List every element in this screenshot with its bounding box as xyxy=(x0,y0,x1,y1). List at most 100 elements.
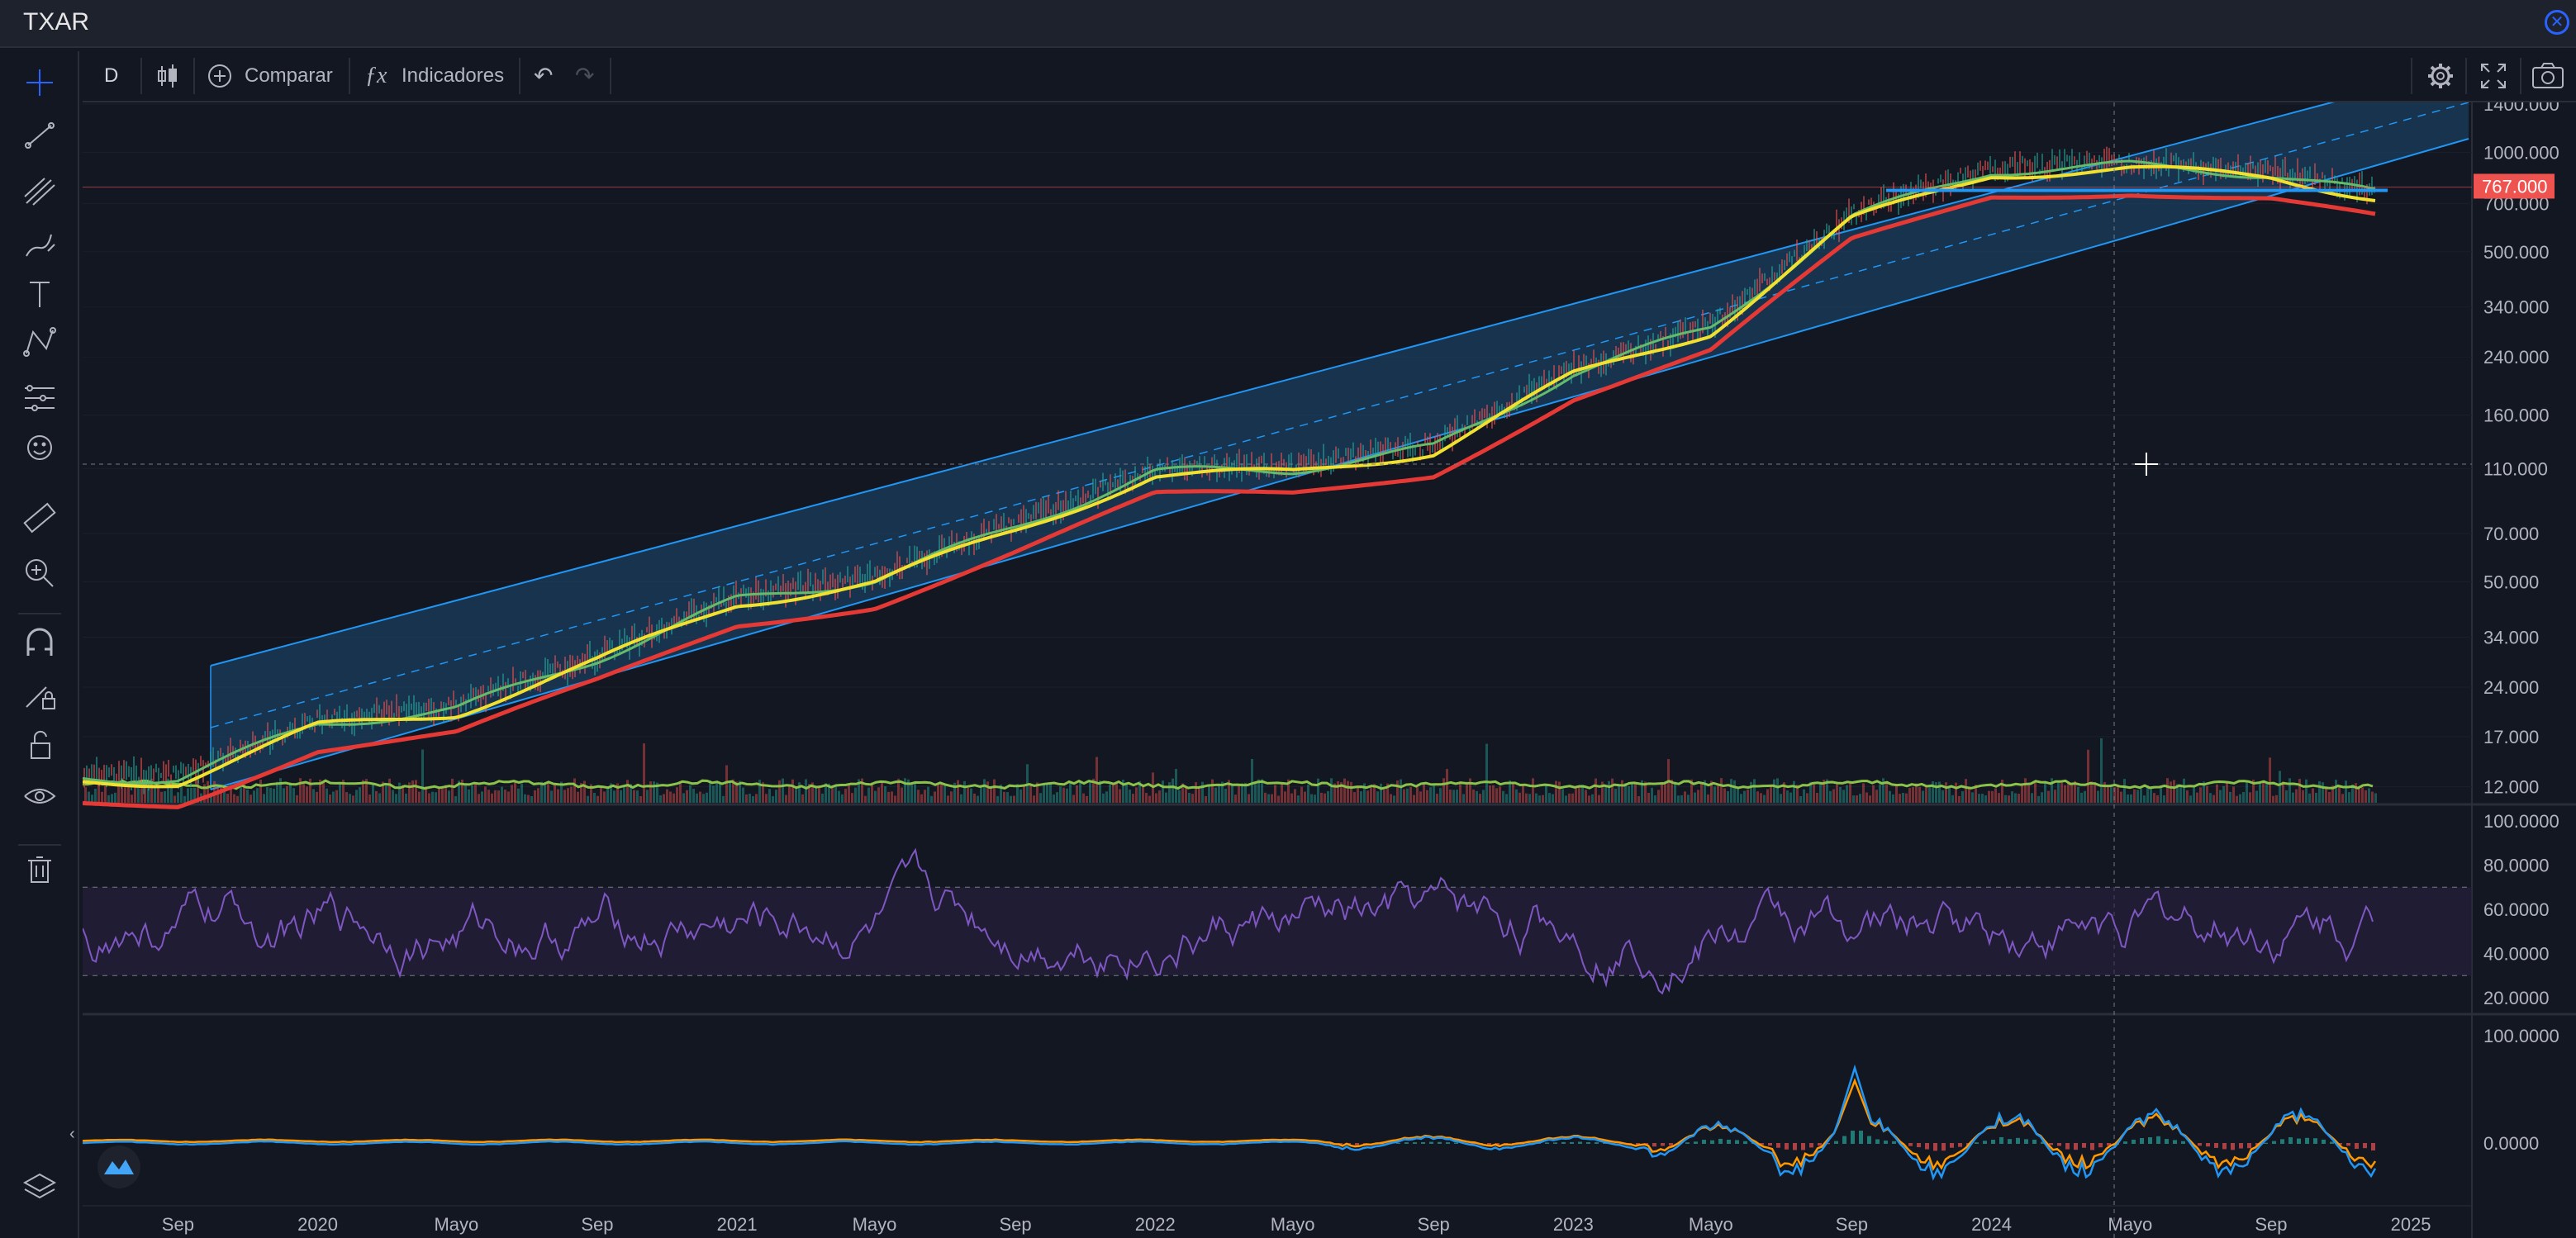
volume-bar xyxy=(1390,794,1392,803)
candles-icon[interactable] xyxy=(155,51,180,101)
time-axis-label: 2025 xyxy=(2391,1214,2431,1235)
magnet-icon[interactable] xyxy=(18,624,61,661)
pitchfork-icon[interactable] xyxy=(18,173,61,210)
layers-icon[interactable] xyxy=(18,1168,61,1204)
volume-bar xyxy=(1366,790,1369,803)
crosshair-icon[interactable] xyxy=(18,64,61,101)
interval-button[interactable]: D xyxy=(104,51,118,101)
redo-icon[interactable]: ↷ xyxy=(575,51,594,101)
volume-bar xyxy=(1062,787,1065,803)
volume-bar xyxy=(1168,782,1171,803)
volume-bar xyxy=(1452,790,1455,803)
compare-button[interactable]: Comparar xyxy=(245,51,333,101)
volume-bar xyxy=(276,781,278,803)
volume-bar xyxy=(894,795,896,803)
zoom-in-icon[interactable] xyxy=(18,553,61,590)
volume-bar xyxy=(349,794,351,803)
close-icon[interactable]: ✕ xyxy=(2545,10,2569,35)
volume-bar xyxy=(2308,793,2311,803)
volume-bar xyxy=(1353,792,1356,803)
volume-bar xyxy=(653,781,655,803)
volume-bar xyxy=(1281,782,1283,803)
tradingview-logo[interactable] xyxy=(97,1146,140,1188)
volume-bar xyxy=(1079,780,1081,803)
volume-bar xyxy=(2136,790,2139,803)
trash-icon[interactable] xyxy=(18,851,61,887)
collapse-toolbar-icon[interactable]: ‹ xyxy=(69,1125,75,1144)
pattern-icon[interactable] xyxy=(18,324,61,360)
volume-bar xyxy=(745,794,748,803)
macd-histogram-bar xyxy=(2272,1141,2276,1144)
trend-line-icon[interactable] xyxy=(18,117,61,154)
volume-bar xyxy=(1836,784,1838,803)
macd-histogram-bar xyxy=(1917,1143,1921,1148)
macd-axis-label: 0.0000 xyxy=(2483,1133,2539,1154)
volume-bar xyxy=(1885,783,1888,803)
volume-bar xyxy=(1918,786,1921,803)
volume-bar xyxy=(2031,793,2033,803)
macd-histogram-bar xyxy=(2313,1138,2317,1144)
volume-bar xyxy=(1046,782,1048,803)
volume-bar xyxy=(1925,787,1927,803)
volume-bar xyxy=(1879,784,1881,803)
volume-bar xyxy=(2070,783,2073,803)
price-axis-label: 12.000 xyxy=(2483,776,2539,797)
volume-bar xyxy=(1327,790,1329,803)
lock-drawing-icon[interactable] xyxy=(18,677,61,714)
volume-bar xyxy=(1862,783,1865,803)
volume-bar xyxy=(1872,785,1875,803)
unlock-icon[interactable] xyxy=(18,727,61,763)
settings-gear-icon[interactable] xyxy=(2424,51,2457,101)
volume-bar xyxy=(1320,792,1323,803)
time-axis-label: 2023 xyxy=(1553,1214,1594,1235)
volume-bar xyxy=(2067,781,2070,803)
macd-histogram-bar xyxy=(2322,1139,2326,1144)
emoji-icon[interactable] xyxy=(18,429,61,466)
volume-bar xyxy=(636,790,639,803)
volume-bar xyxy=(1628,785,1630,803)
macd-histogram-bar xyxy=(1908,1143,1913,1146)
volume-bar xyxy=(1661,781,1663,803)
volume-bar xyxy=(1905,793,1908,803)
ruler-icon[interactable] xyxy=(18,500,61,537)
time-axis-label: 2020 xyxy=(297,1214,338,1235)
volume-bar xyxy=(2259,781,2261,803)
volume-bar xyxy=(418,791,421,803)
volume-bar xyxy=(1393,795,1395,803)
volume-bar xyxy=(983,779,986,803)
volume-bar xyxy=(639,795,642,803)
eye-icon[interactable] xyxy=(18,778,61,814)
macd-histogram-bar xyxy=(2140,1138,2144,1144)
volume-bar xyxy=(1578,787,1580,803)
volume-bar xyxy=(986,781,989,803)
volume-bar xyxy=(530,795,533,803)
volume-bar xyxy=(2246,781,2248,803)
undo-icon[interactable]: ↶ xyxy=(534,51,553,101)
fullscreen-icon[interactable] xyxy=(2477,51,2510,101)
volume-bar xyxy=(1459,781,1461,803)
volume-bar xyxy=(633,790,635,803)
volume-bar xyxy=(1429,787,1432,803)
camera-icon[interactable] xyxy=(2530,51,2566,101)
price-chart[interactable]: 1400.0001000.000700.000500.000340.000240… xyxy=(83,102,2576,1238)
macd-histogram-bar xyxy=(2206,1143,2210,1147)
volume-bar xyxy=(1618,785,1620,803)
macd-histogram-bar xyxy=(1942,1143,1946,1151)
indicators-icon[interactable]: ƒx xyxy=(365,51,387,101)
volume-bar xyxy=(1208,785,1210,803)
volume-bar xyxy=(2209,793,2212,803)
forecast-icon[interactable] xyxy=(18,380,61,416)
volume-bar xyxy=(296,795,298,803)
brush-icon[interactable] xyxy=(18,226,61,263)
indicators-button[interactable]: Indicadores xyxy=(402,51,504,101)
volume-bar xyxy=(1492,785,1495,803)
text-icon[interactable] xyxy=(18,276,61,312)
volume-bar xyxy=(1112,784,1115,803)
volume-bar xyxy=(2338,785,2341,803)
volume-bar xyxy=(1942,790,1944,803)
volume-bar xyxy=(1968,788,1970,803)
volume-bar xyxy=(352,795,354,803)
compare-icon[interactable] xyxy=(207,51,233,101)
volume-bar xyxy=(1307,784,1309,803)
volume-bar xyxy=(2222,785,2225,803)
